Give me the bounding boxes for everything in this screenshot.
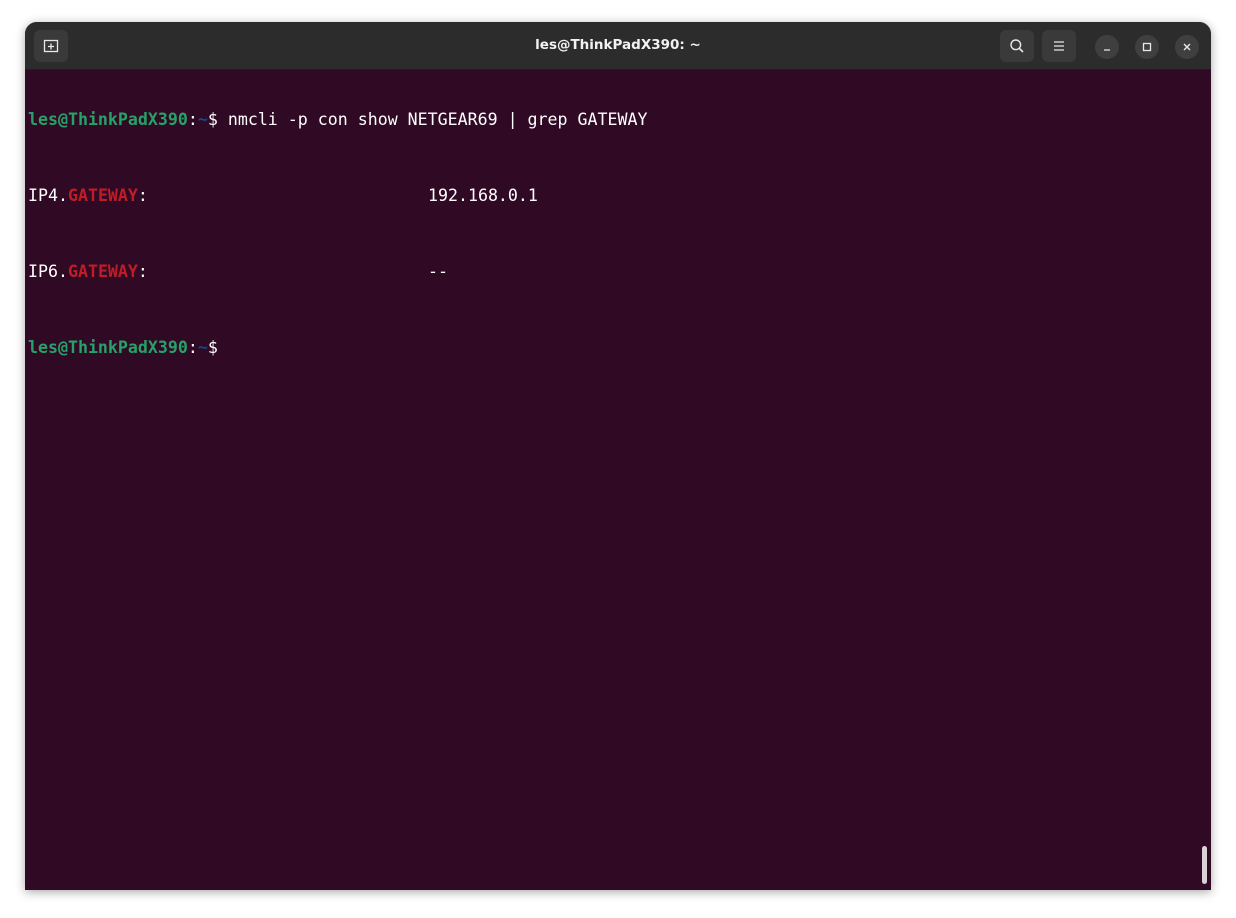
terminal-window: les@ThinkPadX390: ~ bbox=[25, 22, 1211, 890]
prompt-separator: : bbox=[188, 338, 198, 357]
output-value: -- bbox=[428, 262, 448, 281]
search-button[interactable] bbox=[1000, 30, 1034, 62]
command-line: les@ThinkPadX390:~$ nmcli -p con show NE… bbox=[28, 110, 647, 129]
close-icon bbox=[1181, 41, 1193, 53]
search-icon bbox=[1009, 38, 1025, 54]
prompt-user-host: les@ThinkPadX390 bbox=[28, 338, 188, 357]
terminal-output: les@ThinkPadX390:~$ nmcli -p con show NE… bbox=[28, 72, 647, 395]
prompt-path: ~ bbox=[198, 110, 208, 129]
prompt-symbol: $ bbox=[208, 338, 218, 357]
hamburger-menu-icon bbox=[1051, 38, 1067, 54]
output-key-prefix: IP6. bbox=[28, 262, 68, 281]
new-tab-icon bbox=[43, 38, 59, 54]
terminal-area[interactable]: les@ThinkPadX390:~$ nmcli -p con show NE… bbox=[25, 70, 1211, 890]
maximize-icon bbox=[1141, 41, 1153, 53]
grep-match: GATEWAY bbox=[68, 186, 138, 205]
text-cursor bbox=[218, 338, 228, 357]
prompt-path: ~ bbox=[198, 338, 208, 357]
prompt-symbol: $ bbox=[208, 110, 218, 129]
prompt-user-host: les@ThinkPadX390 bbox=[28, 110, 188, 129]
output-key-prefix: IP4. bbox=[28, 186, 68, 205]
command-text: nmcli -p con show NETGEAR69 | grep GATEW… bbox=[218, 110, 648, 129]
output-value: 192.168.0.1 bbox=[428, 186, 538, 205]
grep-match: GATEWAY bbox=[68, 262, 138, 281]
maximize-button[interactable] bbox=[1135, 35, 1159, 59]
scrollbar-thumb[interactable] bbox=[1202, 846, 1207, 884]
minimize-icon bbox=[1101, 41, 1113, 53]
new-tab-button[interactable] bbox=[34, 30, 68, 62]
prompt-separator: : bbox=[188, 110, 198, 129]
minimize-button[interactable] bbox=[1095, 35, 1119, 59]
menu-button[interactable] bbox=[1042, 30, 1076, 62]
output-line: IP4.GATEWAY: 192.168.0.1 bbox=[28, 186, 647, 205]
output-key-suffix: : bbox=[138, 262, 148, 281]
output-key-suffix: : bbox=[138, 186, 148, 205]
output-line: IP6.GATEWAY: -- bbox=[28, 262, 647, 281]
close-button[interactable] bbox=[1175, 35, 1199, 59]
title-bar: les@ThinkPadX390: ~ bbox=[25, 22, 1211, 70]
prompt-line: les@ThinkPadX390:~$ bbox=[28, 338, 647, 357]
